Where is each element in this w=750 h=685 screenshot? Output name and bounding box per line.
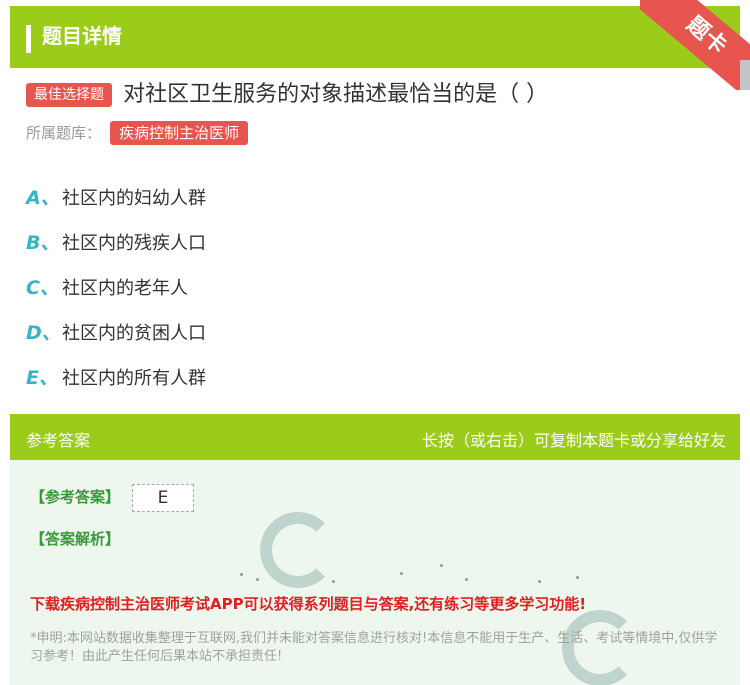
speckle [240,573,243,576]
speckle [332,580,335,583]
option-b[interactable]: B、 社区内的残疾人口 [26,219,726,264]
speckle [440,564,443,567]
option-letter: B、 [26,232,60,254]
answer-body: 【参考答案】 E 【答案解析】 下载疾病控制主治医师考试APP可以获得系列题目与… [10,460,740,685]
watermark-swirl-icon [260,512,336,588]
option-text: 社区内的妇幼人群 [62,187,206,209]
option-text: 社区内的老年人 [62,277,188,299]
speckle [465,578,468,581]
option-letter: E、 [26,367,58,389]
source-label: 所属题库： [26,124,102,142]
share-hint: 长按（或右击）可复制本题卡或分享给好友 [421,431,726,450]
option-letter: D、 [26,322,61,344]
option-text: 社区内的残疾人口 [62,232,206,254]
app-promo-link[interactable]: 下载疾病控制主治医师考试APP可以获得系列题目与答案,还有练习等更多学习功能! [30,593,730,614]
source-row: 所属题库： 疾病控制主治医师 [26,121,249,145]
option-c[interactable]: C、 社区内的老年人 [26,264,726,309]
ribbon-corner: 题卡 [640,0,750,90]
option-letter: C、 [26,277,59,299]
answer-explanation-label: 【答案解析】 [30,530,121,548]
option-text: 社区内的所有人群 [62,367,206,389]
speckle [256,578,259,581]
question-row: 最佳选择题 对社区卫生服务的对象描述最恰当的是（ ） [26,80,726,110]
answer-header: 参考答案 长按（或右击）可复制本题卡或分享给好友 [10,414,740,460]
header-accent-bar [26,25,31,53]
answer-key-label: 【参考答案】 [30,488,121,506]
disclaimer-text: *申明:本网站数据收集整理于互联网,我们并未能对答案信息进行核对!本信息不能用于… [30,631,718,664]
speckle [538,580,541,583]
ribbon-label: 题卡 [640,0,750,90]
answer-header-title: 参考答案 [26,431,91,450]
page-title: 题目详情 [42,24,122,48]
options-list: A、 社区内的妇幼人群 B、 社区内的残疾人口 C、 社区内的老年人 D、 社区… [26,174,726,399]
option-a[interactable]: A、 社区内的妇幼人群 [26,174,726,219]
question-type-badge: 最佳选择题 [26,83,112,107]
ribbon-shadow [740,60,750,90]
speckle [576,576,579,579]
question-text: 对社区卫生服务的对象描述最恰当的是（ ） [123,82,549,107]
option-e[interactable]: E、 社区内的所有人群 [26,354,726,399]
speckle [400,572,403,575]
option-letter: A、 [26,187,60,209]
header-bar: 题目详情 [10,6,740,68]
option-text: 社区内的贫困人口 [62,322,206,344]
answer-key-value: E [132,484,194,512]
source-badge[interactable]: 疾病控制主治医师 [110,121,249,145]
option-d[interactable]: D、 社区内的贫困人口 [26,309,726,354]
